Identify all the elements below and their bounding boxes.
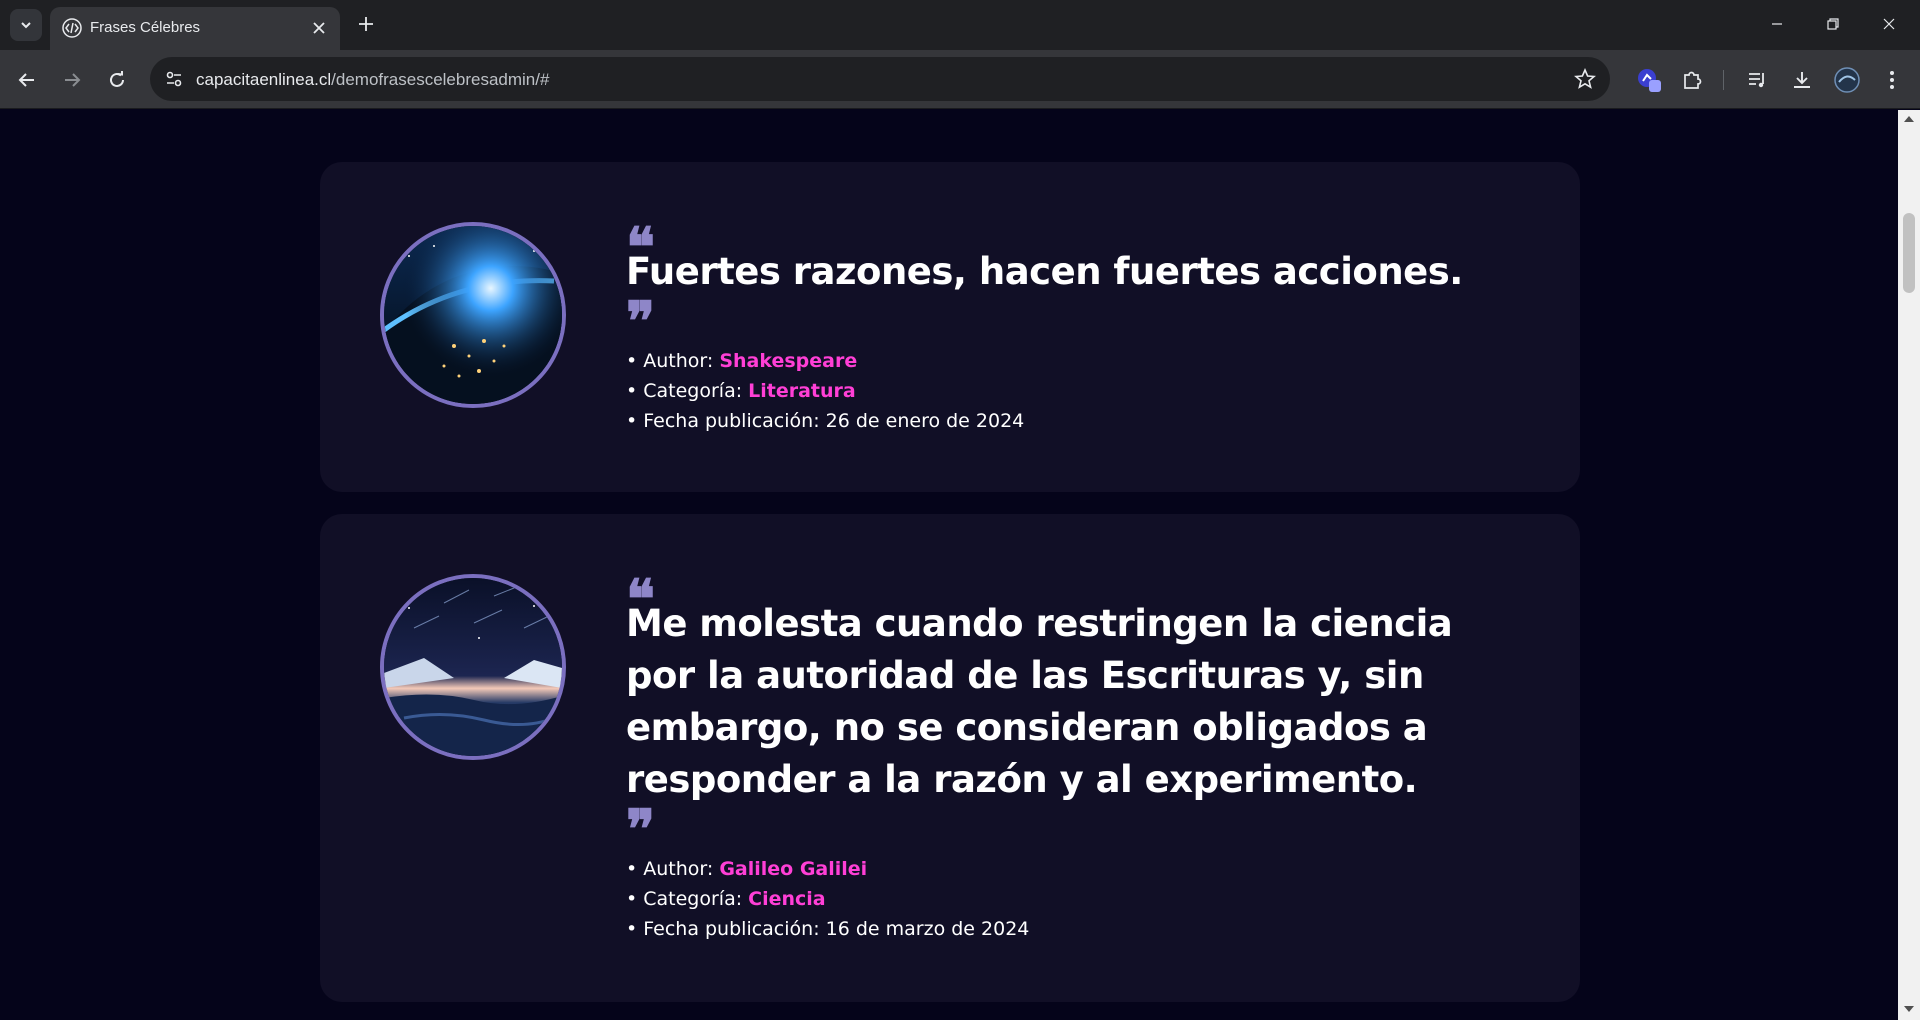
address-bar[interactable]: capacitaenlinea.cl/demofrasescelebresadm… [150, 57, 1610, 101]
night-sky-image [384, 578, 562, 756]
scroll-thumb[interactable] [1903, 213, 1915, 293]
date-value: 26 de enero de 2024 [825, 410, 1025, 432]
date-label: • Fecha publicación: [626, 918, 826, 940]
site-info-button[interactable] [162, 67, 186, 91]
chevron-down-icon [21, 22, 31, 29]
media-controls-button[interactable] [1742, 65, 1772, 95]
author-line: • Author: Shakespeare [626, 346, 1024, 376]
restore-icon [1827, 18, 1839, 30]
menu-button[interactable] [1877, 65, 1907, 95]
new-tab-button[interactable] [352, 10, 380, 38]
close-tab-button[interactable] [308, 17, 330, 39]
author-link[interactable]: Shakespeare [719, 350, 857, 372]
close-window-button[interactable] [1866, 8, 1912, 40]
page-scrollbar[interactable] [1898, 110, 1920, 1020]
page-viewport: ❝ Fuertes razones, hacen fuertes accione… [0, 110, 1898, 1020]
author-label: • Author: [626, 858, 720, 880]
code-icon [62, 18, 82, 38]
reload-button[interactable] [100, 63, 134, 97]
quote-card: ❝ Me molesta cuando restringen la cienci… [320, 514, 1580, 1002]
author-label: • Author: [626, 350, 720, 372]
quote-meta: • Author: Shakespeare • Categoría: Liter… [626, 346, 1024, 436]
tune-icon [166, 71, 182, 87]
earth-image [384, 226, 562, 404]
tab-title: Frases Célebres [90, 19, 201, 36]
download-icon [1794, 72, 1810, 88]
scroll-up-arrow-icon[interactable] [1904, 116, 1914, 122]
restore-button[interactable] [1810, 8, 1856, 40]
category-line: • Categoría: Ciencia [626, 884, 1029, 914]
quote-text: Fuertes razones, hacen fuertes acciones. [626, 250, 1463, 293]
date-line: • Fecha publicación: 16 de marzo de 2024 [626, 914, 1029, 944]
browser-tab[interactable]: Frases Célebres [50, 7, 340, 50]
extension-badge-icon [1638, 69, 1661, 92]
category-label: • Categoría: [626, 888, 749, 910]
back-button[interactable] [10, 63, 44, 97]
downloads-button[interactable] [1787, 65, 1817, 95]
avatar-icon [1834, 67, 1860, 93]
quote-image-earth [380, 222, 566, 408]
category-link[interactable]: Ciencia [748, 888, 825, 910]
author-line: • Author: Galileo Galilei [626, 854, 1029, 884]
scroll-down-arrow-icon[interactable] [1904, 1006, 1914, 1012]
puzzle-icon [1684, 71, 1702, 89]
url-path: /demofrasescelebresadmin/# [331, 70, 550, 89]
extension-icon-button[interactable] [1634, 65, 1664, 95]
tab-strip: Frases Célebres [0, 0, 1920, 50]
category-line: • Categoría: Literatura [626, 376, 1024, 406]
category-label: • Categoría: [626, 380, 749, 402]
tab-search-button[interactable] [10, 9, 42, 41]
more-vert-icon [1890, 71, 1894, 89]
quote-image-sky [380, 574, 566, 760]
url-host: capacitaenlinea.cl [196, 70, 332, 89]
close-quote-icon: ❞ [626, 797, 656, 861]
plus-icon [359, 17, 373, 31]
bookmark-star-icon[interactable] [1574, 68, 1596, 90]
profile-button[interactable] [1832, 65, 1862, 95]
reload-icon [110, 71, 124, 87]
arrow-right-icon [65, 73, 81, 87]
date-line: • Fecha publicación: 26 de enero de 2024 [626, 406, 1024, 436]
url-text[interactable]: capacitaenlinea.cl/demofrasescelebresadm… [196, 70, 549, 90]
date-label: • Fecha publicación: [626, 410, 826, 432]
author-link[interactable]: Galileo Galilei [719, 858, 867, 880]
quote-text: Me molesta cuando restringen la ciencia … [626, 602, 1453, 801]
toolbar-separator [1723, 70, 1724, 90]
date-value: 16 de marzo de 2024 [825, 918, 1030, 940]
queue-music-icon [1749, 73, 1764, 88]
category-link[interactable]: Literatura [748, 380, 856, 402]
arrow-left-icon [18, 73, 34, 87]
close-quote-icon: ❞ [626, 289, 656, 353]
minimize-icon [1772, 23, 1782, 25]
extensions-button[interactable] [1677, 65, 1707, 95]
minimize-button[interactable] [1754, 8, 1800, 40]
forward-button[interactable] [55, 63, 89, 97]
close-icon [313, 22, 325, 34]
browser-toolbar: capacitaenlinea.cl/demofrasescelebresadm… [0, 50, 1920, 109]
quote-meta: • Author: Galileo Galilei • Categoría: C… [626, 854, 1029, 944]
quote-card: ❝ Fuertes razones, hacen fuertes accione… [320, 162, 1580, 492]
close-icon [1883, 18, 1895, 30]
